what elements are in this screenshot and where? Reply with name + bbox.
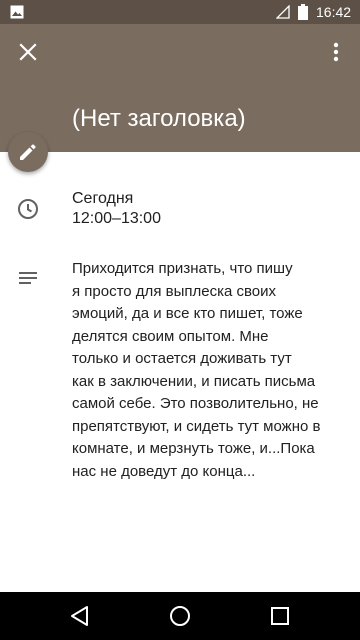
event-time-row: Сегодня 12:00–13:00: [0, 186, 360, 234]
notes-icon: [19, 272, 37, 284]
recents-icon: [271, 607, 289, 625]
home-icon: [170, 606, 190, 626]
more-options-button[interactable]: [320, 36, 352, 68]
event-date: Сегодня: [72, 190, 134, 207]
edit-button[interactable]: [8, 132, 48, 172]
event-header: (Нет заголовка): [0, 24, 360, 152]
status-time: 16:42: [316, 4, 352, 20]
status-bar: 16:42: [0, 0, 360, 24]
gallery-icon: [10, 5, 24, 19]
event-title: (Нет заголовка): [72, 105, 246, 132]
clock-icon: [18, 199, 38, 219]
event-time-range: 12:00–13:00: [72, 210, 161, 227]
recents-button[interactable]: [268, 604, 292, 628]
back-icon: [71, 606, 88, 626]
home-button[interactable]: [168, 604, 192, 628]
more-vert-icon: [333, 42, 339, 62]
close-button[interactable]: [12, 36, 44, 68]
signal-icon: [276, 5, 290, 19]
event-description: Приходится признать, что пишу я просто д…: [72, 260, 321, 480]
battery-icon: [298, 4, 308, 20]
edit-icon: [20, 144, 36, 160]
navigation-bar: [0, 592, 360, 640]
back-button[interactable]: [68, 604, 92, 628]
close-icon: [19, 43, 37, 61]
